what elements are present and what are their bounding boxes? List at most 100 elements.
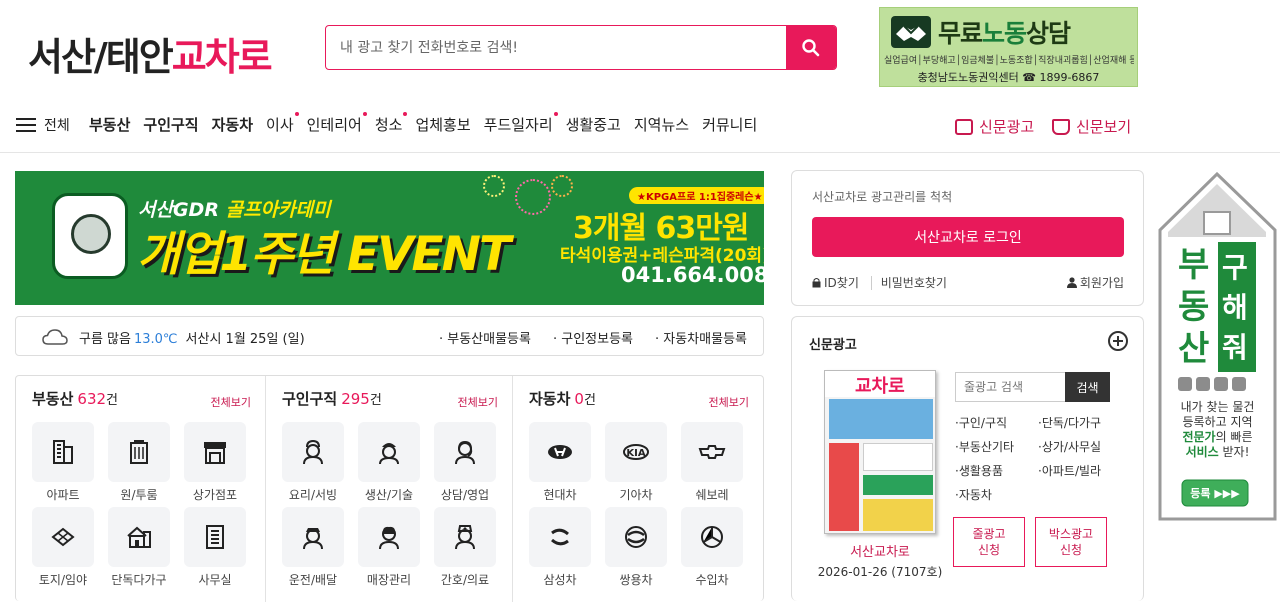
nav-item[interactable]: 인테리어	[306, 112, 367, 135]
nav-item[interactable]: 푸드일자리	[484, 112, 558, 135]
category-tile[interactable]: 토지/임야	[32, 507, 94, 588]
search-button[interactable]	[786, 26, 836, 69]
nurse-icon	[455, 525, 475, 550]
category-tile[interactable]: 상담/영업	[434, 422, 496, 503]
nav-item[interactable]: 커뮤니티	[702, 114, 757, 135]
newspaper-name[interactable]: 서산교차로	[824, 541, 936, 560]
category-tile[interactable]: 매장관리	[358, 507, 420, 588]
labor-consult-ad[interactable]: 무료노동상담 실업급여│부당해고│임금체불│노동조합│직장내괴롭힘│산업재해 등…	[879, 7, 1138, 87]
line-ad-search-input[interactable]	[955, 372, 1065, 402]
line-ad-search-button[interactable]: 검색	[1065, 372, 1110, 402]
nav-item[interactable]: 이사	[266, 112, 299, 135]
category-title[interactable]: 부동산 632건	[32, 388, 118, 409]
header-divider	[0, 152, 1280, 153]
new-dot	[403, 112, 408, 116]
category-tile[interactable]: 원/투룸	[108, 422, 170, 503]
lock-icon	[812, 278, 821, 288]
view-all-link[interactable]: 전체보기	[211, 394, 251, 410]
line-ad-category[interactable]: 구인/구직	[955, 414, 1038, 431]
chef-icon	[303, 439, 323, 465]
search-input[interactable]	[326, 26, 786, 69]
category-tile[interactable]: 간호/의료	[434, 507, 496, 588]
land-icon	[51, 527, 75, 547]
nav-item[interactable]: 구인구직	[143, 114, 198, 135]
line-ad-category[interactable]: 아파트/빌라	[1038, 462, 1125, 479]
category-tile[interactable]: 운전/배달	[282, 507, 344, 588]
svg-text:KIA: KIA	[626, 448, 645, 459]
register-link[interactable]: 자동차매물등록	[655, 328, 747, 347]
line-ad-category[interactable]: 단독/다가구	[1038, 414, 1125, 431]
category-tile-label: 기아차	[619, 488, 653, 502]
line-ad-category[interactable]: 부동산기타	[955, 438, 1038, 455]
join-link[interactable]: 회원가입	[1066, 274, 1124, 291]
register-link[interactable]: 부동산매물등록	[439, 328, 531, 347]
account-links: ID찾기 비밀번호찾기 회원가입	[812, 274, 1124, 291]
line-ad-category[interactable]: 생활용품	[955, 462, 1038, 479]
newspaper-masthead: 교차로	[825, 371, 935, 397]
category-tile-label: 쉐보레	[695, 488, 729, 502]
realestate-side-ad[interactable]: 부동산 구해줘 내가 찾는 물건 등록하고 지역 전문가의 빠른 서비스 받자!…	[1158, 172, 1277, 521]
view-all-link[interactable]: 전체보기	[709, 394, 749, 410]
category-tile[interactable]: 현대차	[529, 422, 591, 503]
all-menu-label: 전체	[44, 118, 70, 134]
nav-item[interactable]: 자동차	[212, 114, 253, 135]
line-ad-apply-button[interactable]: 줄광고 신청	[953, 517, 1025, 567]
worker-icon	[379, 443, 399, 465]
plus-icon[interactable]	[1108, 331, 1128, 351]
category-tile[interactable]: KIA 기아차	[605, 422, 667, 503]
login-button[interactable]: 서산교차로 로그인	[812, 217, 1124, 257]
find-password-link[interactable]: 비밀번호찾기	[870, 276, 947, 290]
find-id-link[interactable]: ID찾기	[812, 276, 859, 290]
category-tile[interactable]: 생산/기술	[358, 422, 420, 503]
side-ad-register-button[interactable]: 등록 ▶▶▶	[1182, 485, 1248, 501]
view-all-link[interactable]: 전체보기	[458, 394, 498, 410]
nav-item-label: 생활중고	[565, 116, 621, 134]
category-tile[interactable]: 쌍용차	[605, 507, 667, 588]
ad-contact: 충청남도노동권익센터 ☎ 1899-6867	[917, 71, 1100, 84]
hamburger-icon	[16, 118, 36, 132]
nav-item[interactable]: 부동산	[89, 114, 130, 135]
category-tile-label: 쌍용차	[619, 573, 653, 587]
all-menu-button[interactable]: 전체	[16, 115, 70, 135]
store-icon	[204, 442, 226, 464]
newspaper-thumbnail[interactable]: 교차로	[824, 370, 936, 534]
logo-region: 서산/태안	[28, 35, 174, 79]
category-tile[interactable]: 사무실	[184, 507, 246, 588]
category-tile[interactable]: 수입차	[681, 507, 743, 588]
category-tile-label: 수입차	[695, 573, 729, 587]
category-tile-label: 생산/기술	[364, 488, 414, 502]
category-tile[interactable]: 상가점포	[184, 422, 246, 503]
banner-headline: 개업1주년 EVENT	[137, 227, 511, 282]
category-title[interactable]: 자동차 0건	[529, 388, 596, 409]
nav-item[interactable]: 청소	[375, 112, 408, 135]
ssangyong-logo-icon	[625, 526, 647, 548]
book-icon	[1052, 118, 1070, 135]
category-tile[interactable]: 삼성차	[529, 507, 591, 588]
apartment-icon	[53, 440, 73, 464]
category-title[interactable]: 구인구직 295건	[282, 388, 382, 409]
newspaper-view-link[interactable]: 신문보기	[1052, 116, 1131, 137]
category-tile[interactable]: 단독다가구	[108, 507, 170, 588]
banner-tag: ★KPGA프로 1:1집중레슨★	[629, 187, 764, 204]
nav-item[interactable]: 업체홍보	[415, 114, 470, 135]
ad-subtitle: 실업급여│부당해고│임금체불│노동조합│직장내괴롭힘│산업재해 등	[884, 56, 1134, 66]
category-tile[interactable]: 요리/서빙	[282, 422, 344, 503]
category-tile[interactable]: 쉐보레	[681, 422, 743, 503]
nav-item-label: 인테리어	[306, 116, 362, 134]
nav-item-label: 구인구직	[143, 116, 199, 134]
line-ad-category[interactable]: 자동차	[955, 486, 1038, 503]
line-ad-category[interactable]: 상가/사무실	[1038, 438, 1125, 455]
category-count: 632	[77, 390, 107, 408]
cloud-icon	[42, 329, 68, 345]
register-link[interactable]: 구인정보등록	[553, 328, 633, 347]
category-tile-label: 요리/서빙	[288, 488, 338, 502]
site-logo[interactable]: 서산/태안교차로	[28, 26, 273, 81]
box-ad-apply-button[interactable]: 박스광고 신청	[1035, 517, 1107, 567]
golf-event-banner[interactable]: 서산GDR 골프아카데미 개업1주년 EVENT ★KPGA프로 1:1집중레슨…	[15, 171, 764, 305]
nav-item-label: 커뮤니티	[702, 116, 758, 134]
nav-item[interactable]: 생활중고	[566, 114, 621, 135]
newspaper-ad-link[interactable]: 신문광고	[955, 116, 1034, 137]
nav-item[interactable]: 지역뉴스	[634, 114, 689, 135]
category-tile-label: 운전/배달	[288, 573, 338, 587]
category-tile[interactable]: 아파트	[32, 422, 94, 503]
